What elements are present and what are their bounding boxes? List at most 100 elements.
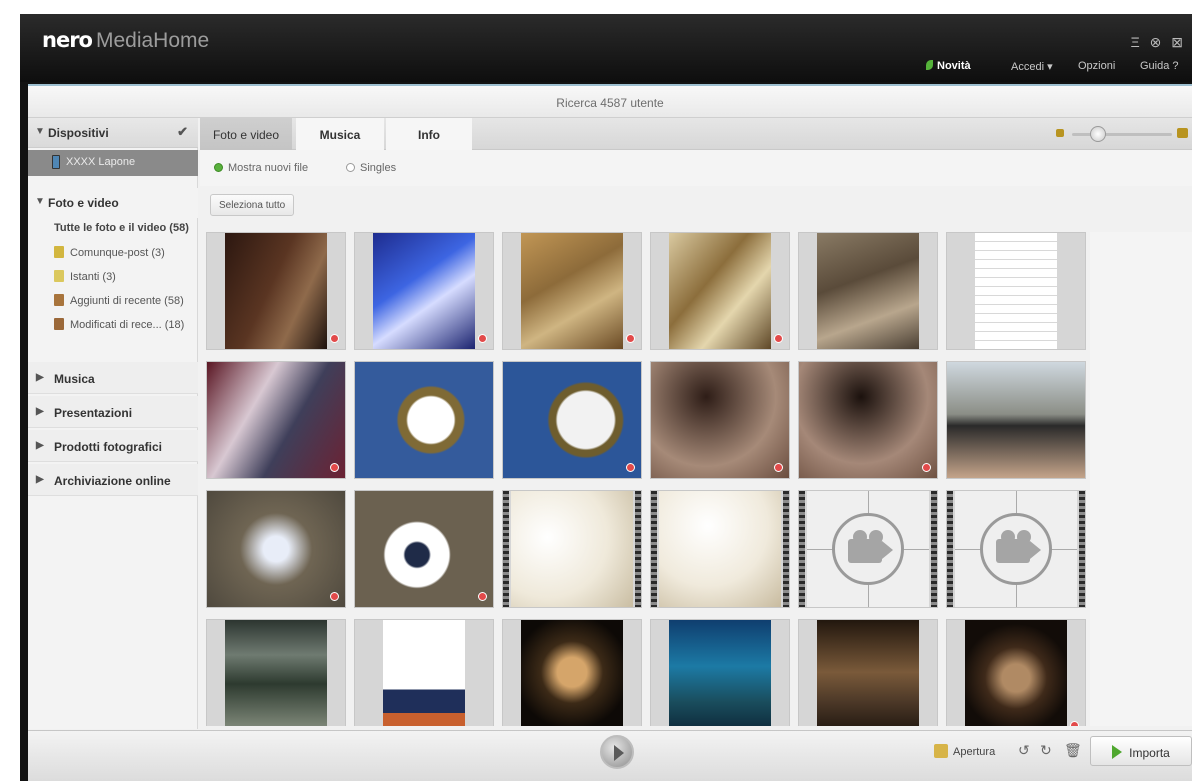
film-strip-edge xyxy=(931,491,937,607)
expand-arrow-icon: ▶ xyxy=(36,406,44,417)
photo-thumbnail[interactable] xyxy=(798,232,938,350)
leaf-icon xyxy=(926,60,933,70)
folder-icon xyxy=(54,294,64,306)
select-all-button[interactable]: Seleziona tutto xyxy=(210,194,295,216)
tab-info[interactable]: Info xyxy=(386,118,472,150)
status-badge xyxy=(626,334,635,343)
status-badge xyxy=(478,592,487,601)
phone-icon xyxy=(52,155,60,169)
folder-item-modified[interactable]: Modificati di rece... (18) xyxy=(54,318,184,331)
photo-thumbnail[interactable] xyxy=(946,232,1086,350)
photo-image xyxy=(503,362,641,478)
folder-open-icon xyxy=(934,744,948,758)
help-menu[interactable]: Guida ? xyxy=(1140,60,1179,72)
photo-thumbnail[interactable] xyxy=(946,490,1086,608)
zoom-slider-thumb[interactable] xyxy=(1090,126,1106,142)
photo-thumbnail[interactable] xyxy=(502,619,642,726)
photo-image xyxy=(225,233,327,349)
check-icon: ✔ xyxy=(177,124,188,139)
open-button[interactable]: Apertura xyxy=(934,744,995,758)
video-placeholder xyxy=(807,491,929,607)
photo-thumbnail[interactable] xyxy=(798,619,938,726)
grid-margin xyxy=(1090,232,1192,726)
tab-photos-video[interactable]: Foto e video xyxy=(200,118,292,150)
photo-thumbnail[interactable] xyxy=(502,232,642,350)
photo-thumbnail[interactable] xyxy=(502,361,642,479)
section-music[interactable]: ▶ Musica xyxy=(28,362,198,394)
section-presentations[interactable]: ▶ Presentazioni xyxy=(28,396,198,428)
search-status: Ricerca 4587 utente xyxy=(556,96,664,110)
photo-thumbnail[interactable] xyxy=(798,361,938,479)
zoom-out-icon[interactable] xyxy=(1056,129,1064,137)
new-files-radio[interactable]: Mostra nuovi file xyxy=(214,162,308,174)
import-button[interactable]: Importa xyxy=(1090,736,1192,766)
rotate-right-icon[interactable]: ↻ xyxy=(1040,742,1052,759)
devices-header[interactable]: ▼ Dispositivi ✔ xyxy=(28,118,198,148)
film-strip-edge xyxy=(799,491,805,607)
delete-icon[interactable]: 🗑 xyxy=(1064,742,1082,759)
photo-thumbnail[interactable] xyxy=(650,361,790,479)
photo-thumbnail[interactable] xyxy=(650,232,790,350)
camera-lens xyxy=(1030,541,1041,559)
status-badge xyxy=(774,334,783,343)
bottom-toolbar: Apertura ↺ ↻ 🗑 Importa xyxy=(28,730,1192,781)
camera-reel xyxy=(853,530,867,544)
photo-image xyxy=(355,362,493,478)
photo-thumbnail[interactable] xyxy=(650,490,790,608)
window-controls[interactable]: Ξ ⊗ ⊠ xyxy=(1131,34,1186,51)
folder-icon xyxy=(54,246,64,258)
sidebar: ▼ Dispositivi ✔ XXXX Lapone ▼ Foto e vid… xyxy=(28,118,198,729)
title-bar: nero MediaHome Ξ ⊗ ⊠ Novità Accedi ▾ Opzi… xyxy=(20,14,1192,82)
search-bar[interactable]: Ricerca 4587 utente xyxy=(28,84,1192,118)
photo-image xyxy=(965,620,1067,726)
access-menu[interactable]: Accedi ▾ xyxy=(1011,60,1053,73)
device-item[interactable]: XXXX Lapone xyxy=(28,150,198,176)
section-photo-products[interactable]: ▶ Prodotti fotografici xyxy=(28,430,198,462)
photo-grid xyxy=(206,232,1090,726)
film-strip-edge xyxy=(1079,491,1085,607)
app-logo: nero MediaHome xyxy=(42,28,210,52)
photo-thumbnail[interactable] xyxy=(206,619,346,726)
film-strip-edge xyxy=(783,491,789,607)
film-strip-edge xyxy=(503,491,509,607)
photo-image xyxy=(817,233,919,349)
video-camera-icon xyxy=(832,513,904,585)
folder-item-featured[interactable]: Comunque-post (3) xyxy=(54,246,165,259)
folder-item-recent[interactable]: Aggiunti di recente (58) xyxy=(54,294,184,307)
news-link[interactable]: Novità xyxy=(926,60,971,72)
photo-thumbnail[interactable] xyxy=(354,232,494,350)
photo-thumbnail[interactable] xyxy=(946,619,1086,726)
photo-thumbnail[interactable] xyxy=(354,490,494,608)
camera-reel xyxy=(1017,530,1031,544)
photo-thumbnail[interactable] xyxy=(206,361,346,479)
singles-radio[interactable]: Singles xyxy=(346,162,396,174)
expand-arrow-icon: ▶ xyxy=(36,474,44,485)
expand-arrow-icon: ▶ xyxy=(36,440,44,451)
photo-image xyxy=(521,233,623,349)
options-menu[interactable]: Opzioni xyxy=(1078,60,1115,72)
play-button[interactable] xyxy=(600,735,634,769)
video-camera-icon xyxy=(980,513,1052,585)
photo-thumbnail[interactable] xyxy=(798,490,938,608)
rotate-left-icon[interactable]: ↺ xyxy=(1018,742,1030,759)
all-photos-item[interactable]: Tutte le foto e il video (58) xyxy=(54,222,189,234)
photo-image xyxy=(659,491,781,607)
zoom-slider[interactable] xyxy=(1072,133,1172,136)
section-online-storage[interactable]: ▶ Archiviazione online xyxy=(28,464,198,496)
photos-header[interactable]: ▼ Foto e video xyxy=(28,188,198,218)
status-badge xyxy=(1070,721,1079,726)
photo-thumbnail[interactable] xyxy=(354,619,494,726)
status-badge xyxy=(626,463,635,472)
status-badge xyxy=(330,334,339,343)
photo-thumbnail[interactable] xyxy=(650,619,790,726)
photo-thumbnail[interactable] xyxy=(206,490,346,608)
folder-item-instants[interactable]: Istanti (3) xyxy=(54,270,116,283)
photo-thumbnail[interactable] xyxy=(502,490,642,608)
zoom-in-icon[interactable] xyxy=(1177,128,1188,138)
tab-music[interactable]: Musica xyxy=(296,118,384,150)
photo-thumbnail[interactable] xyxy=(946,361,1086,479)
photo-thumbnail[interactable] xyxy=(206,232,346,350)
filter-bar: Mostra nuovi file Singles xyxy=(200,150,1192,186)
photo-thumbnail[interactable] xyxy=(354,361,494,479)
folder-icon xyxy=(54,318,64,330)
